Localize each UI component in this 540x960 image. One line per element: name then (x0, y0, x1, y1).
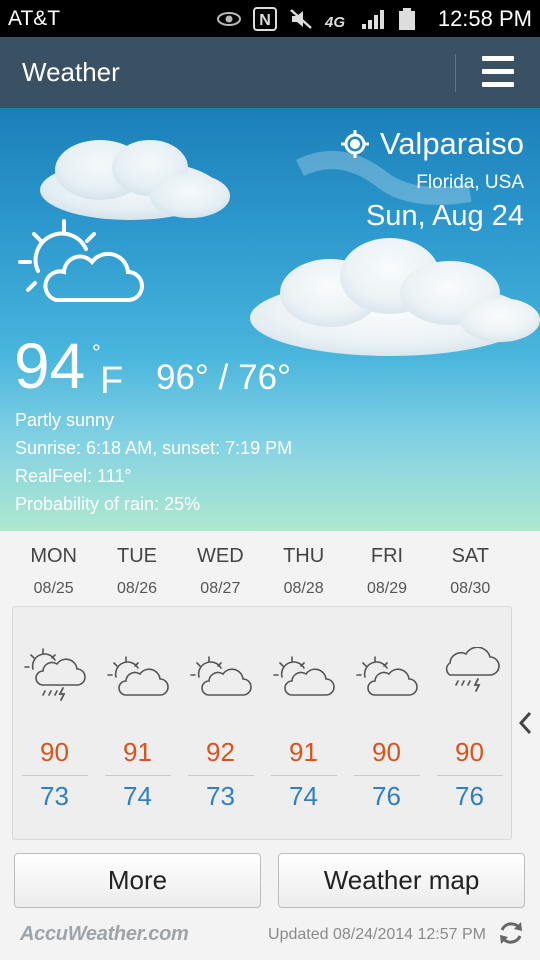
forecast-day[interactable]: WED 08/27 (179, 545, 262, 598)
forecast-day[interactable]: FRI 08/29 (345, 545, 428, 598)
signal-icon (362, 10, 384, 29)
day-date: 08/28 (283, 580, 324, 597)
high-low-temperature: 96° / 76° (156, 358, 292, 397)
cloud-decoration-left (40, 140, 230, 220)
temp-separator (21, 775, 88, 776)
forecast-column[interactable]: 90 76 (345, 607, 428, 839)
temp-separator (436, 775, 503, 776)
last-updated-text: Updated 08/24/2014 12:57 PM (268, 926, 486, 943)
forecast-high: 90 (40, 737, 69, 767)
current-conditions-panel: Valparaiso Florida, USA Sun, Aug 24 94 °… (0, 108, 540, 531)
condition-details: Partly sunny Sunrise: 6:18 AM, sunset: 7… (15, 406, 292, 518)
svg-text:4G: 4G (324, 14, 345, 31)
day-date: 08/30 (450, 580, 491, 597)
condition-text: Partly sunny (15, 410, 115, 430)
forecast-low: 74 (289, 781, 318, 811)
location-target-icon (340, 130, 369, 158)
region-name: Florida, USA (416, 172, 524, 193)
eye-icon (217, 12, 241, 26)
forecast-column[interactable]: 90 73 (13, 607, 96, 839)
current-temperature: 94 (14, 330, 86, 402)
day-name: MON (30, 545, 77, 567)
hamburger-menu-icon[interactable] (478, 56, 518, 90)
day-name: TUE (116, 545, 157, 567)
day-date: 08/26 (116, 580, 158, 597)
mute-icon (290, 9, 312, 29)
forecast-day[interactable]: SAT 08/30 (429, 545, 512, 598)
forecast-low: 73 (206, 781, 235, 811)
forecast-column[interactable]: 92 73 (179, 607, 262, 839)
day-date: 08/25 (33, 580, 74, 597)
status-bar: AT&T N 4G 12:58 PM (0, 0, 540, 37)
temp-separator (353, 775, 420, 776)
app-bar-divider (455, 54, 456, 92)
sun-cloud-thunderstorm-icon (23, 648, 86, 701)
location-block[interactable]: Valparaiso Florida, USA Sun, Aug 24 (340, 126, 524, 233)
nfc-icon: N (253, 7, 277, 31)
forecast-high: 91 (123, 737, 152, 767)
weather-map-button[interactable]: Weather map (278, 853, 525, 908)
more-button[interactable]: More (14, 853, 261, 908)
forecast-day[interactable]: THU 08/28 (262, 545, 345, 598)
forecast-card[interactable]: 90 73 91 74 92 73 91 74 90 76 90 76 (12, 606, 512, 840)
day-name: WED (196, 545, 244, 567)
battery-icon (399, 8, 415, 30)
rain-probability: Probability of rain: 25% (15, 494, 201, 514)
sun-times: Sunrise: 6:18 AM, sunset: 7:19 PM (15, 438, 293, 458)
4g-icon: 4G (324, 14, 345, 31)
day-name: THU (283, 545, 325, 567)
app-bar: Weather (0, 37, 540, 108)
realfeel-text: RealFeel: 111° (15, 466, 132, 486)
temp-separator (104, 775, 171, 776)
temp-separator (187, 775, 254, 776)
thunderstorm-icon (445, 647, 500, 692)
forecast-column[interactable]: 91 74 (96, 607, 179, 839)
accuweather-logo[interactable]: AccuWeather.com (20, 923, 189, 946)
chevron-left-icon[interactable] (518, 710, 534, 736)
carrier-label: AT&T (8, 7, 61, 30)
partly-sunny-icon (355, 656, 418, 696)
city-name: Valparaiso (379, 126, 524, 161)
forecast-column[interactable]: 91 74 (262, 607, 345, 839)
partly-sunny-icon (18, 219, 144, 302)
forecast-high: 90 (372, 737, 401, 767)
day-date: 08/27 (200, 580, 241, 597)
current-date: Sun, Aug 24 (365, 200, 524, 232)
forecast-low: 76 (372, 781, 401, 811)
forecast-low: 74 (123, 781, 152, 811)
svg-text:N: N (259, 12, 271, 29)
refresh-icon[interactable] (497, 919, 525, 947)
forecast-day[interactable]: MON 08/25 (12, 545, 95, 598)
partly-sunny-icon (189, 656, 252, 696)
day-date: 08/29 (366, 580, 407, 597)
temperature-unit[interactable]: F (100, 360, 123, 403)
day-name: FRI (370, 545, 404, 567)
forecast-high: 91 (289, 737, 318, 767)
app-title: Weather (22, 57, 120, 87)
clock: 12:58 PM (437, 6, 532, 31)
forecast-high: 90 (455, 737, 484, 767)
forecast-day[interactable]: TUE 08/26 (95, 545, 178, 598)
forecast-day-headers: MON 08/25 TUE 08/26 WED 08/27 THU 08/28 FRI 0… (12, 545, 512, 598)
status-icons: N 4G (216, 6, 422, 32)
partly-sunny-icon (272, 656, 335, 696)
forecast-low: 76 (455, 781, 484, 811)
forecast-column[interactable]: 90 76 (428, 607, 511, 839)
forecast-high: 92 (206, 737, 235, 767)
day-name: SAT (451, 545, 490, 567)
forecast-low: 73 (40, 781, 69, 811)
cloud-decoration-right (250, 238, 540, 356)
temp-separator (270, 775, 337, 776)
partly-sunny-icon (106, 656, 169, 696)
